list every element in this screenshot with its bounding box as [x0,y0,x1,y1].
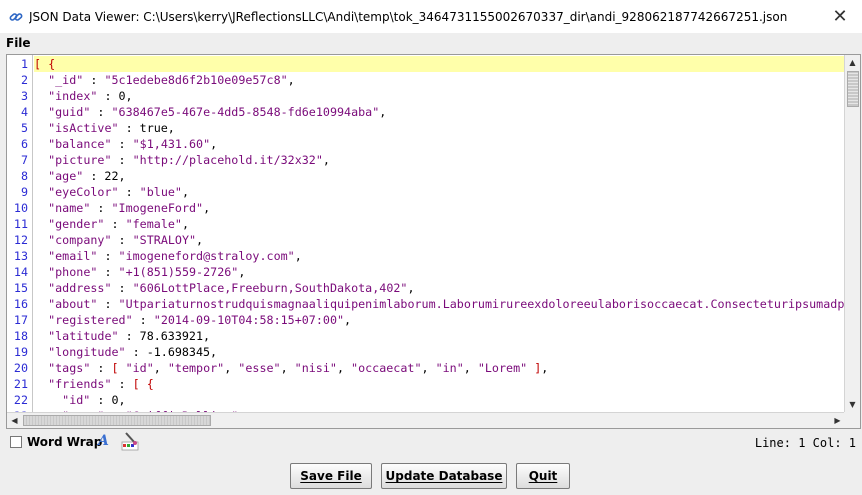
json-viewer-window: JSON Data Viewer: C:\Users\kerry\JReflec… [0,0,862,495]
json-editor[interactable]: 1234567891011121314151617181920212223 [ … [6,54,861,429]
line-number: 12 [13,233,28,247]
line-number: 6 [20,137,28,151]
code-line: "id" : 0, [62,393,126,407]
word-wrap-checkbox[interactable] [10,436,22,448]
line-number: 18 [13,329,28,343]
line-number: 7 [20,153,28,167]
line-number: 5 [20,121,28,135]
line-number: 10 [13,201,28,215]
code-area[interactable]: [ { "_id" : "5c1edebe8d6f2b10e09e57c8", … [34,55,845,412]
scroll-up-arrow-icon[interactable]: ▲ [845,55,860,70]
code-line: "company" : "STRALOY", [48,233,204,247]
line-number-gutter: 1234567891011121314151617181920212223 [7,55,33,423]
code-line: "name" : "ImogeneFord", [48,201,211,215]
line-number: 21 [13,377,28,391]
code-line: "longitude" : -1.698345, [48,345,218,359]
line-number: 17 [13,313,28,327]
code-line: "picture" : "http://placehold.it/32x32", [48,153,330,167]
color-brush-icon[interactable] [120,432,142,452]
line-number: 15 [13,281,28,295]
save-file-button[interactable]: Save File [290,463,372,489]
scroll-down-arrow-icon[interactable]: ▼ [845,397,860,412]
line-number: 16 [13,297,28,311]
line-number: 2 [20,73,28,87]
status-bar: Word Wrap A Line: 1 Col: 1 [0,430,862,454]
window-title: JSON Data Viewer: C:\Users\kerry\JReflec… [29,9,788,24]
font-icon[interactable]: A [98,433,112,449]
line-number: 3 [20,89,28,103]
vertical-scrollbar[interactable]: ▲ ▼ [844,55,860,412]
line-number: 22 [13,393,28,407]
code-line: "age" : 22, [48,169,126,183]
update-database-button[interactable]: Update Database [381,463,507,489]
code-line: "gender" : "female", [48,217,189,231]
vertical-scroll-thumb[interactable] [847,71,859,107]
code-line: "email" : "imogeneford@straloy.com", [48,249,302,263]
title-bar: JSON Data Viewer: C:\Users\kerry\JReflec… [0,0,862,33]
menu-file[interactable]: File [6,36,31,50]
code-line: "phone" : "+1(851)559-2726", [48,265,246,279]
code-line: "balance" : "$1,431.60", [48,137,218,151]
code-line: "address" : "606LottPlace,Freeburn,South… [48,281,415,295]
code-line: "latitude" : 78.633921, [48,329,211,343]
scroll-corner [844,412,860,428]
code-line: "friends" : [ { [48,377,154,391]
word-wrap-label[interactable]: Word Wrap [27,435,102,449]
line-number: 4 [20,105,28,119]
line-number: 8 [20,169,28,183]
code-line: "tags" : [ "id", "tempor", "esse", "nisi… [48,361,549,375]
code-line: "eyeColor" : "blue", [48,185,189,199]
menu-bar: File [0,33,862,53]
quit-button[interactable]: Quit [516,463,570,489]
line-number: 19 [13,345,28,359]
line-number: 11 [13,217,28,231]
line-number: 20 [13,361,28,375]
line-number: 14 [13,265,28,279]
line-number: 13 [13,249,28,263]
horizontal-scroll-thumb[interactable] [23,415,211,426]
code-line: "isActive" : true, [48,121,175,135]
button-row: Save File Update Database Quit [0,463,862,489]
code-line: "index" : 0, [48,89,133,103]
code-line: "_id" : "5c1edebe8d6f2b10e09e57c8", [48,73,295,87]
code-line: [ { [34,56,845,72]
line-number: 9 [20,185,28,199]
app-link-icon [9,12,23,21]
line-col-indicator: Line: 1 Col: 1 [754,436,856,450]
scroll-right-arrow-icon[interactable]: ▶ [830,413,845,428]
line-number: 1 [20,57,28,71]
close-icon[interactable]: ✕ [818,0,862,33]
code-line: "registered" : "2014-09-10T04:58:15+07:0… [48,313,352,327]
horizontal-scrollbar[interactable]: ◀ ▶ [7,412,845,428]
scroll-left-arrow-icon[interactable]: ◀ [7,413,22,428]
code-line: "about" : "Utpariaturnostrudquismagnaali… [48,297,845,311]
code-line: "guid" : "638467e5-467e-4dd5-8548-fd6e10… [48,105,387,119]
